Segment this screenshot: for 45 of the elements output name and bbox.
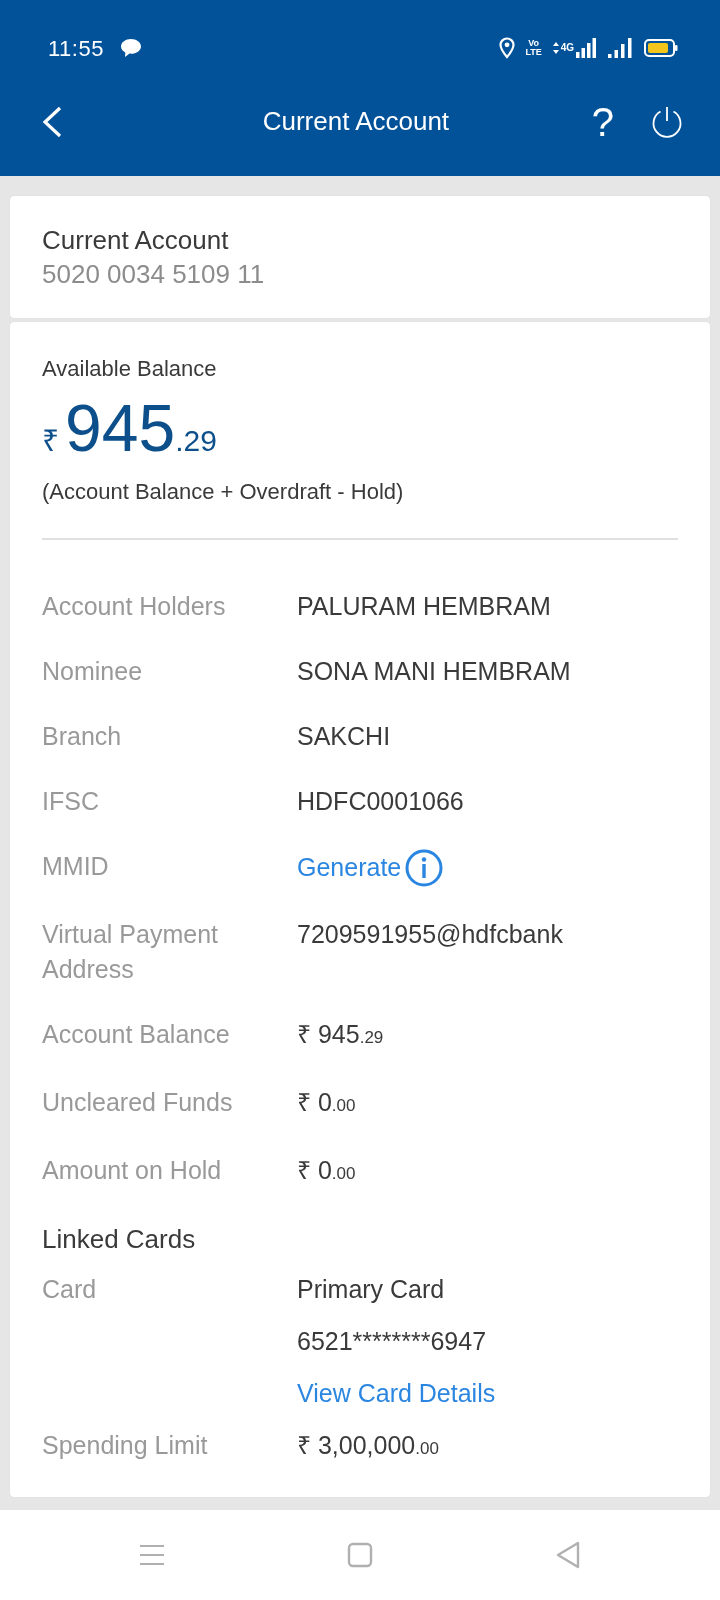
detail-label: Nominee	[42, 655, 144, 687]
detail-value: SAKCHI	[297, 721, 391, 750]
chat-bubble-icon	[119, 38, 142, 58]
detail-value: SONA MANI HEMBRAM	[297, 656, 571, 685]
menu-button[interactable]	[139, 1544, 165, 1566]
available-balance-amount: ₹945.29	[42, 394, 217, 461]
generate-link[interactable]: Generate	[297, 850, 402, 886]
card-detail-text: Primary Card	[297, 1274, 445, 1303]
signal-strength-icon	[608, 38, 632, 58]
linked-cards-heading: Linked Cards	[42, 1222, 197, 1256]
amount-value: ₹ 0.00	[297, 1155, 356, 1184]
detail-label: Spending Limit	[42, 1429, 209, 1461]
back-nav-button[interactable]	[555, 1541, 581, 1569]
detail-label: Branch	[42, 720, 123, 752]
battery-icon	[644, 39, 678, 57]
detail-label: Virtual Payment Address	[42, 918, 219, 985]
detail-label: MMID	[42, 850, 110, 882]
available-balance-label: Available Balance	[42, 354, 218, 383]
signal-strength-icon	[576, 38, 596, 58]
network-type-label: 4G	[560, 43, 574, 53]
home-button[interactable]	[347, 1542, 373, 1568]
detail-label: Amount on Hold	[42, 1154, 223, 1186]
screen-title: Current Account	[261, 106, 451, 138]
detail-label: Uncleared Funds	[42, 1086, 234, 1118]
location-pin-icon	[498, 37, 515, 59]
help-button[interactable]: ?	[585, 102, 620, 142]
volte-indicator: Vo LTE	[524, 39, 543, 57]
amount-value: ₹ 945.29	[297, 1019, 384, 1048]
amount-value: ₹ 3,00,000.00	[297, 1430, 439, 1459]
detail-value: 7209591955@hdfcbank	[297, 919, 563, 948]
account-type: Current Account	[42, 224, 230, 257]
detail-label: Account Holders	[42, 590, 227, 622]
detail-value: PALURAM HEMBRAM	[297, 591, 551, 620]
info-icon[interactable]	[405, 848, 444, 887]
view-card-details-link[interactable]: View Card Details	[297, 1378, 496, 1407]
detail-value: HDFC0001066	[297, 786, 464, 815]
account-number: 5020 0034 5109 11	[42, 257, 266, 291]
data-arrows-icon	[552, 42, 559, 54]
status-time: 11:55	[48, 34, 104, 63]
detail-label: IFSC	[42, 785, 100, 817]
card-detail-text: 6521********6947	[297, 1326, 487, 1355]
detail-label: Card	[42, 1273, 98, 1305]
balance-formula-note: (Account Balance + Overdraft - Hold)	[42, 477, 405, 506]
detail-label: Account Balance	[42, 1018, 231, 1050]
amount-value: ₹ 0.00	[297, 1087, 356, 1116]
